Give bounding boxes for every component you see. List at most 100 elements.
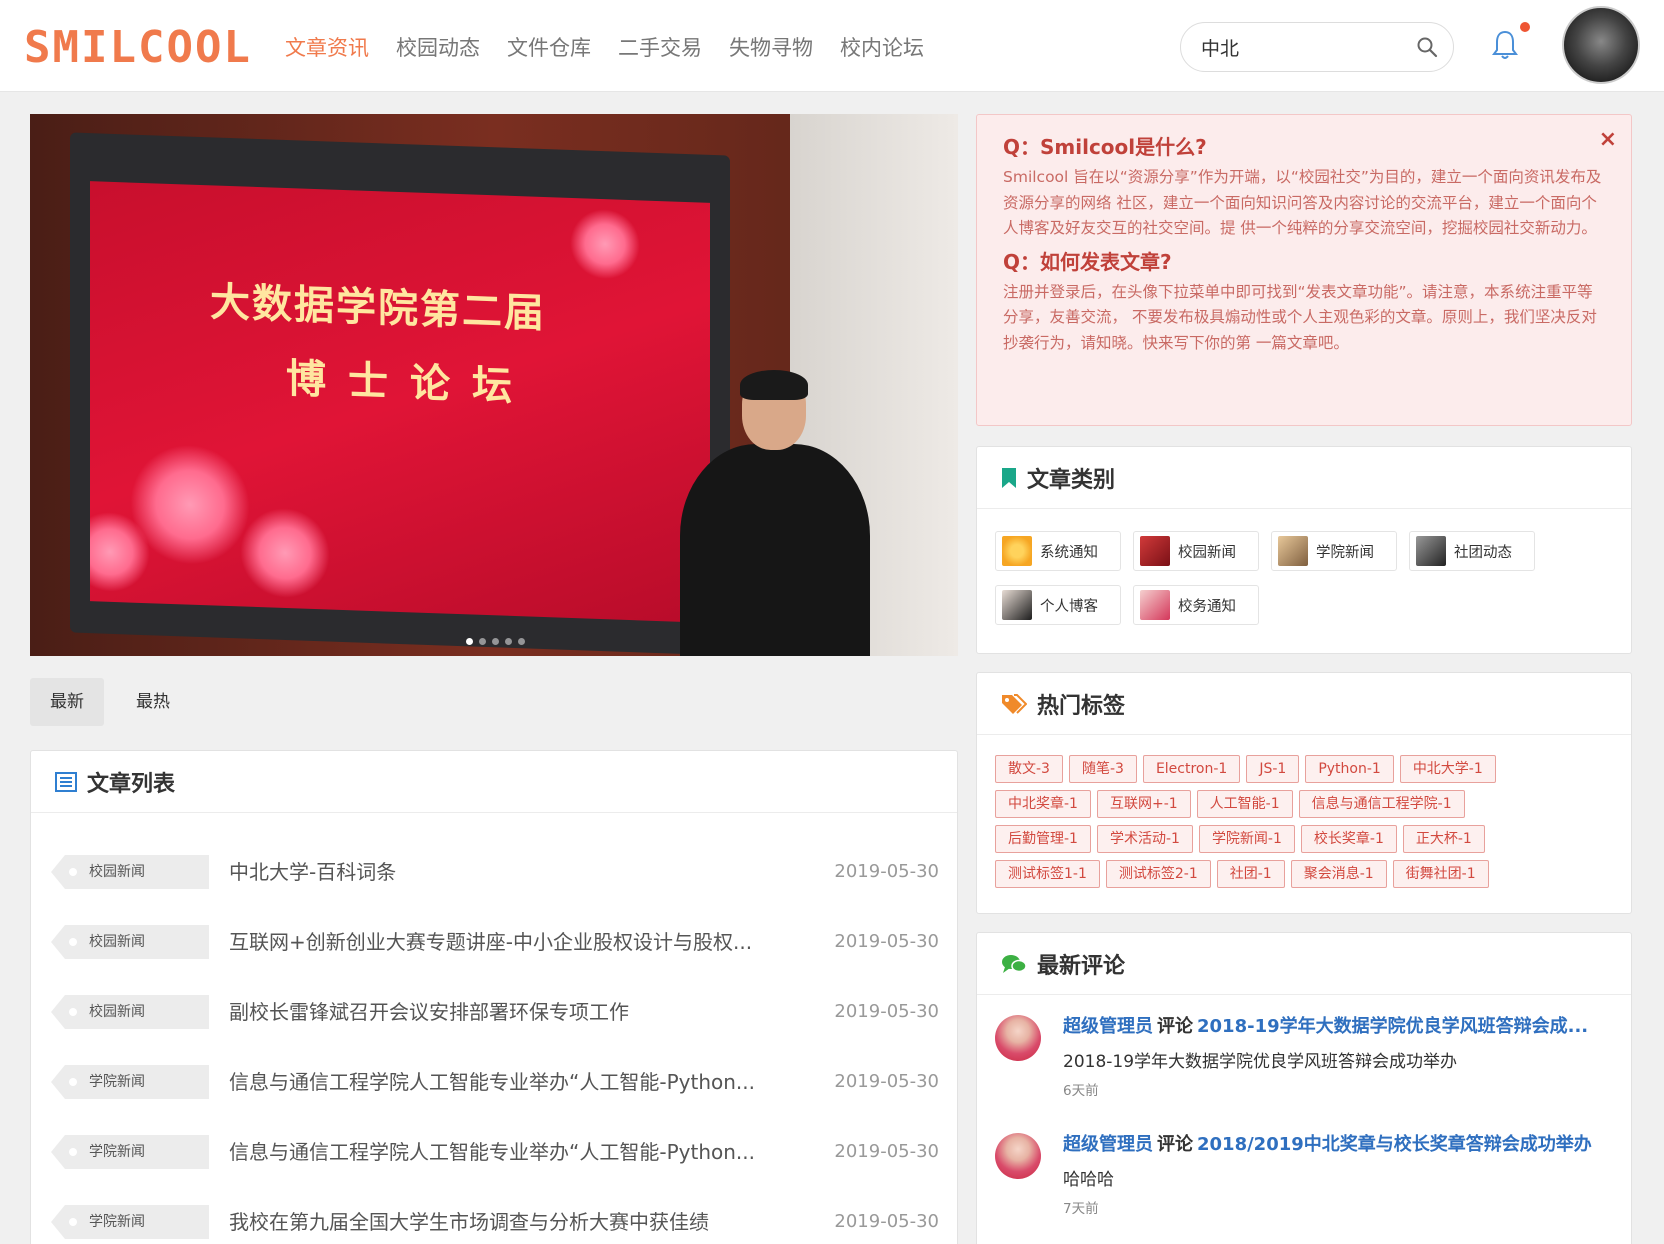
- category-chip[interactable]: 学院新闻: [1271, 531, 1397, 571]
- category-chip[interactable]: 校园新闻: [1133, 531, 1259, 571]
- carousel-dot[interactable]: [505, 638, 512, 645]
- article-title[interactable]: 中北大学-百科词条: [229, 855, 789, 889]
- comment-time: 7天前: [1063, 1201, 1099, 1217]
- comment-time: 6天前: [1063, 1083, 1099, 1099]
- tag-chip[interactable]: 街舞社团-1: [1392, 860, 1489, 888]
- search-icon[interactable]: [1415, 35, 1439, 59]
- tag-chip[interactable]: Python-1: [1305, 755, 1394, 783]
- tag-chip[interactable]: 社团-1: [1216, 860, 1285, 888]
- comment-user-link[interactable]: 超级管理员: [1063, 1134, 1153, 1155]
- carousel-dot[interactable]: [518, 638, 525, 645]
- article-title[interactable]: 信息与通信工程学院人工智能专业举办“人工智能-Python...: [229, 1135, 789, 1169]
- comment-article-link[interactable]: 2018/2019中北奖章与校长奖章答辩会成功举办: [1197, 1134, 1592, 1155]
- article-title[interactable]: 我校在第九届全国大学生市场调查与分析大赛中获佳绩: [229, 1205, 789, 1239]
- comment-text: 哈哈哈: [1063, 1170, 1114, 1190]
- tag-chip[interactable]: JS-1: [1246, 755, 1300, 783]
- nav-item-trade[interactable]: 二手交易: [618, 32, 702, 64]
- category-chip[interactable]: 校务通知: [1133, 585, 1259, 625]
- category-thumbnail: [1002, 536, 1032, 566]
- article-row[interactable]: 学院新闻 信息与通信工程学院人工智能专业举办“人工智能-Python... 20…: [31, 1113, 957, 1183]
- category-chip[interactable]: 系统通知: [995, 531, 1121, 571]
- tag-chip[interactable]: 聚会消息-1: [1290, 860, 1387, 888]
- carousel-indicators: [466, 638, 525, 645]
- article-list-panel: 文章列表 校园新闻 中北大学-百科词条 2019-05-30 校园新闻 互联网+…: [30, 750, 958, 1244]
- avatar[interactable]: [995, 1133, 1041, 1179]
- tab-latest[interactable]: 最新: [30, 678, 104, 726]
- article-category-tag[interactable]: 学院新闻: [51, 1065, 209, 1099]
- user-avatar[interactable]: [1562, 6, 1640, 84]
- category-panel: 文章类别 系统通知 校园新闻 学院新闻 社团动态 个人博客 校务通知: [976, 446, 1632, 654]
- site-logo[interactable]: SMILCOOL: [24, 24, 252, 72]
- list-icon: [55, 771, 77, 792]
- avatar[interactable]: [995, 1015, 1041, 1061]
- category-label: 系统通知: [1040, 544, 1098, 561]
- article-title[interactable]: 互联网+创新创业大赛专题讲座-中小企业股权设计与股权...: [229, 925, 789, 959]
- article-title[interactable]: 副校长雷锋斌召开会议安排部署环保专项工作: [229, 995, 789, 1029]
- article-row[interactable]: 学院新闻 我校在第九届全国大学生市场调查与分析大赛中获佳绩 2019-05-30: [31, 1183, 957, 1244]
- article-row[interactable]: 校园新闻 互联网+创新创业大赛专题讲座-中小企业股权设计与股权... 2019-…: [31, 903, 957, 973]
- banner-carousel[interactable]: 大数据学院第二届 博士论坛: [30, 114, 958, 656]
- sort-tabs: 最新 最热: [30, 678, 190, 726]
- article-category-tag[interactable]: 学院新闻: [51, 1135, 209, 1169]
- article-date: 2019-05-30: [834, 931, 939, 952]
- top-header: SMILCOOL 文章资讯 校园动态 文件仓库 二手交易 失物寻物 校内论坛: [0, 0, 1664, 92]
- category-thumbnail: [1416, 536, 1446, 566]
- close-icon[interactable]: ×: [1599, 127, 1617, 152]
- tag-chip[interactable]: 人工智能-1: [1196, 790, 1293, 818]
- tag-chip[interactable]: 中北奖章-1: [995, 790, 1091, 818]
- tag-chip[interactable]: 学术活动-1: [1096, 825, 1193, 853]
- latest-comments-panel: 最新评论 超级管理员 评论 2018-19学年大数据学院优良学风班答辩会成... 2…: [976, 932, 1632, 1244]
- article-category-tag[interactable]: 学院新闻: [51, 1205, 209, 1239]
- panel-title: 文章列表: [87, 771, 176, 797]
- main-nav: 文章资讯 校园动态 文件仓库 二手交易 失物寻物 校内论坛: [285, 32, 951, 64]
- category-label: 学院新闻: [1316, 544, 1374, 561]
- carousel-dot[interactable]: [466, 638, 473, 645]
- tag-chip[interactable]: 中北大学-1: [1399, 755, 1496, 783]
- article-row[interactable]: 校园新闻 副校长雷锋斌召开会议安排部署环保专项工作 2019-05-30: [31, 973, 957, 1043]
- bell-icon[interactable]: [1490, 28, 1520, 62]
- carousel-dot[interactable]: [492, 638, 499, 645]
- article-row[interactable]: 学院新闻 信息与通信工程学院人工智能专业举办“人工智能-Python... 20…: [31, 1043, 957, 1113]
- category-thumbnail: [1278, 536, 1308, 566]
- faq-answer: 注册并登录后，在头像下拉菜单中即可找到“发表文章功能”。请注意，本系统注重平等分…: [1003, 282, 1597, 352]
- tag-chip[interactable]: 学院新闻-1: [1198, 825, 1295, 853]
- person-figure: [680, 370, 880, 656]
- chat-icon: [1002, 954, 1027, 973]
- comment-user-link[interactable]: 超级管理员: [1063, 1016, 1153, 1037]
- tag-chip[interactable]: 信息与通信工程学院-1: [1298, 790, 1465, 818]
- category-chip[interactable]: 个人博客: [995, 585, 1121, 625]
- nav-item-articles[interactable]: 文章资讯: [285, 32, 369, 64]
- category-label: 社团动态: [1454, 544, 1512, 561]
- article-category-tag[interactable]: 校园新闻: [51, 995, 209, 1029]
- nav-item-lost-found[interactable]: 失物寻物: [729, 32, 813, 64]
- panel-title: 最新评论: [1037, 953, 1126, 979]
- article-category-tag[interactable]: 校园新闻: [51, 925, 209, 959]
- tag-chip[interactable]: 测试标签2-1: [1105, 860, 1211, 888]
- notification-dot: [1520, 22, 1530, 32]
- article-row[interactable]: 校园新闻 中北大学-百科词条 2019-05-30: [31, 833, 957, 903]
- tag-chip[interactable]: 测试标签1-1: [995, 860, 1100, 888]
- category-thumbnail: [1140, 536, 1170, 566]
- tag-chip[interactable]: 散文-3: [995, 755, 1063, 783]
- bookmark-icon: [1002, 467, 1016, 488]
- tag-chip[interactable]: 后勤管理-1: [995, 825, 1091, 853]
- article-title[interactable]: 信息与通信工程学院人工智能专业举办“人工智能-Python...: [229, 1065, 789, 1099]
- tab-hot[interactable]: 最热: [116, 678, 190, 726]
- tag-chip[interactable]: 正大杯-1: [1402, 825, 1485, 853]
- tag-chip[interactable]: 随笔-3: [1068, 755, 1137, 783]
- banner-title: 大数据学院第二届: [210, 278, 546, 338]
- carousel-dot[interactable]: [479, 638, 486, 645]
- tag-chip[interactable]: Electron-1: [1142, 755, 1241, 783]
- nav-item-campus[interactable]: 校园动态: [396, 32, 480, 64]
- tag-chip[interactable]: 校长奖章-1: [1300, 825, 1397, 853]
- search-input[interactable]: [1201, 33, 1401, 61]
- article-category-tag[interactable]: 校园新闻: [51, 855, 209, 889]
- category-chip[interactable]: 社团动态: [1409, 531, 1535, 571]
- comment-article-link[interactable]: 2018-19学年大数据学院优良学风班答辩会成...: [1197, 1016, 1588, 1037]
- article-date: 2019-05-30: [834, 1141, 939, 1162]
- comment-verb: 评论: [1157, 1016, 1193, 1037]
- nav-item-forum[interactable]: 校内论坛: [840, 32, 924, 64]
- tag-chip[interactable]: 互联网+-1: [1096, 790, 1191, 818]
- tags-icon: [1002, 693, 1027, 714]
- nav-item-files[interactable]: 文件仓库: [507, 32, 591, 64]
